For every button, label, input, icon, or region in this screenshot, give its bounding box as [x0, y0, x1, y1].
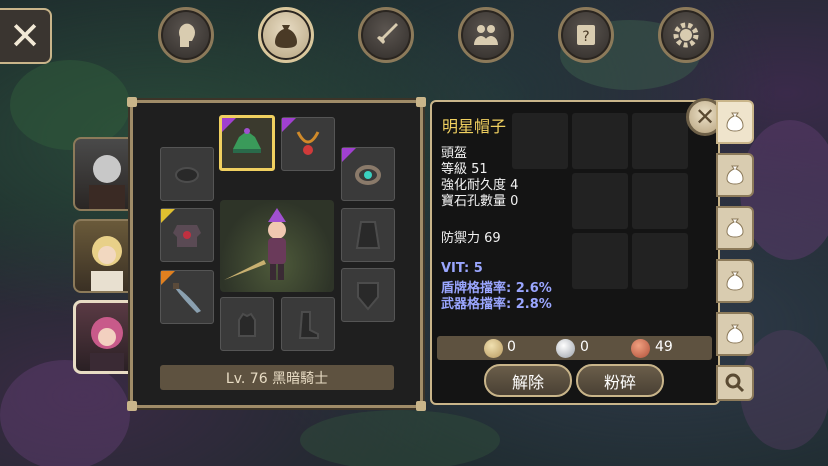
bag-tab-1[interactable]	[716, 100, 754, 144]
bag-grid-cell	[512, 113, 568, 169]
close-icon: ✕	[9, 14, 41, 58]
item-defense: 防禦力 69	[441, 231, 501, 246]
bag-grid-cell	[632, 113, 688, 169]
silver-amount: 0	[580, 339, 589, 355]
slot-ring-empty[interactable]	[160, 147, 214, 201]
bag-icon	[726, 324, 744, 344]
bag-tab-4[interactable]	[716, 259, 754, 303]
gold-coin-icon	[484, 339, 503, 358]
tab-bag[interactable]	[258, 7, 314, 63]
character-level-label: Lv. 76 黑暗騎士	[160, 365, 394, 390]
slot-armor[interactable]	[160, 208, 214, 262]
slot-cloak-empty[interactable]	[341, 208, 395, 262]
gloves-icon	[238, 312, 256, 337]
boots-icon	[298, 311, 319, 339]
item-stat-vit: VIT: 5	[441, 261, 483, 276]
tab-character[interactable]	[158, 7, 214, 63]
bag-grid-cell	[572, 233, 628, 289]
slot-shield-empty[interactable]	[341, 268, 395, 322]
bag-grid-cell	[572, 173, 628, 229]
bag-tab-2[interactable]	[716, 153, 754, 197]
bag-icon	[726, 271, 744, 291]
bag-grid-cell	[632, 173, 688, 229]
slot-gloves-empty[interactable]	[220, 297, 274, 351]
slot-boots-empty[interactable]	[281, 297, 335, 351]
tab-social[interactable]	[458, 7, 514, 63]
search-icon	[725, 373, 745, 393]
bag-tab-3[interactable]	[716, 206, 754, 250]
svg-text:?: ?	[582, 29, 589, 45]
silver-coin-icon	[556, 339, 575, 358]
cloak-icon	[355, 221, 381, 249]
copper-amount: 49	[655, 339, 673, 355]
bg-foliage	[300, 410, 500, 466]
item-stat-weapon-block: 武器格擋率: 2.8%	[441, 297, 552, 312]
bag-icon	[726, 112, 744, 132]
head-icon	[179, 23, 195, 47]
bag-grid-cell	[632, 233, 688, 289]
close-icon: ✕	[694, 103, 716, 131]
tab-settings[interactable]	[658, 7, 714, 63]
scroll-icon: ?	[577, 25, 595, 45]
bag-tab-5[interactable]	[716, 312, 754, 356]
tab-skills[interactable]	[358, 7, 414, 63]
gold-amount: 0	[507, 339, 516, 355]
slot-earring[interactable]	[341, 147, 395, 201]
item-name: 明星帽子	[442, 117, 507, 136]
copper-coin-icon	[631, 339, 650, 358]
bag-search-tab[interactable]	[716, 365, 754, 401]
character-preview	[220, 200, 334, 292]
slot-necklace[interactable]	[281, 117, 335, 171]
shatter-button[interactable]: 粉碎	[576, 364, 664, 397]
close-menu-button[interactable]: ✕	[0, 8, 52, 64]
bag-grid-cell	[572, 113, 628, 169]
item-gem-slots: 寶石孔數量 0	[441, 194, 519, 209]
bg-foliage	[0, 360, 130, 466]
shield-icon	[357, 282, 379, 311]
slot-weapon[interactable]	[160, 270, 214, 324]
bag-icon	[275, 25, 297, 48]
bag-icon	[726, 218, 744, 238]
earring-icon	[355, 165, 381, 185]
sword-icon	[377, 23, 398, 44]
slot-helmet[interactable]	[219, 115, 275, 171]
unequip-button[interactable]: 解除	[484, 364, 572, 397]
ring-icon	[175, 167, 199, 183]
tab-quest[interactable]: ?	[558, 7, 614, 63]
gear-icon	[673, 22, 699, 48]
people-icon	[474, 25, 498, 45]
bag-icon	[726, 165, 744, 185]
